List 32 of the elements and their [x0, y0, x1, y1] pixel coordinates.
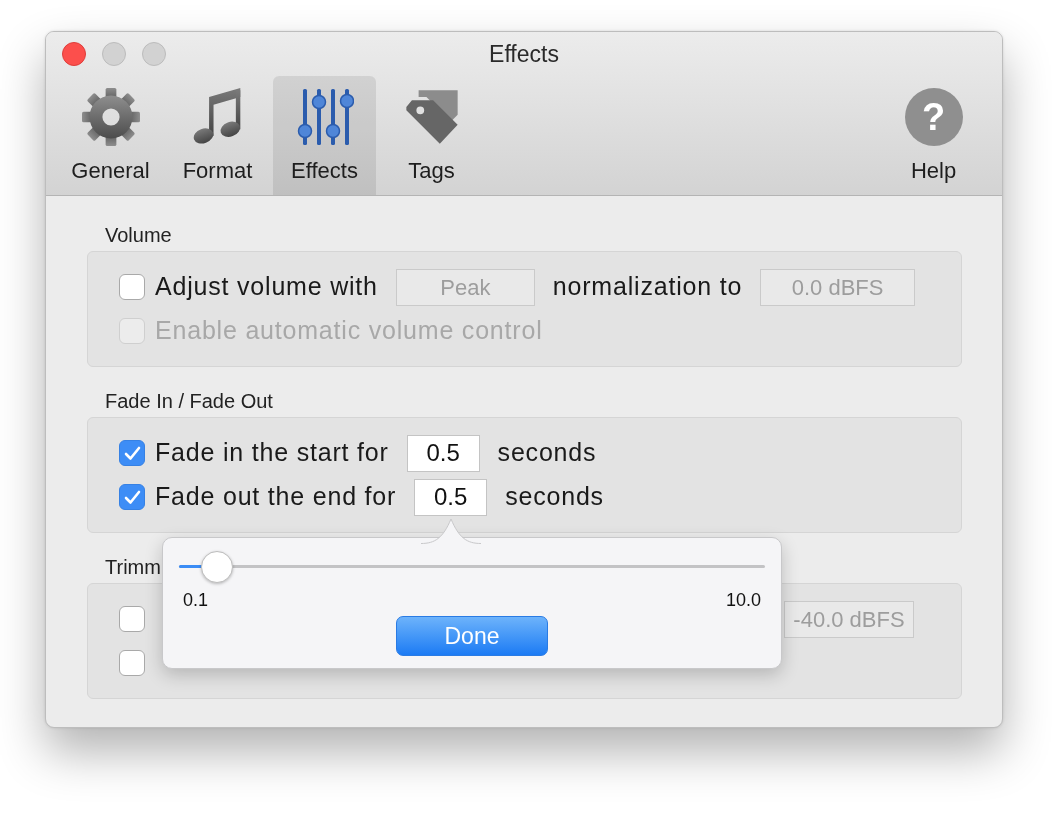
section-title: Trimm [105, 556, 161, 578]
label-text: seconds [497, 437, 597, 469]
check-icon [123, 445, 141, 461]
label-text: seconds [505, 481, 604, 513]
checkbox[interactable] [119, 606, 145, 632]
checkbox[interactable] [119, 484, 145, 510]
section-title: Volume [105, 224, 172, 246]
toolbar-tab[interactable]: Format [166, 76, 269, 195]
sliders-icon [295, 88, 354, 146]
checkbox[interactable] [119, 440, 145, 466]
help-button[interactable]: ? Help [882, 76, 985, 195]
toolbar-tab[interactable]: General [59, 76, 162, 195]
toolbar-tab[interactable]: Tags [380, 76, 483, 195]
label-text: normalization to [552, 271, 743, 303]
checkbox[interactable] [119, 274, 145, 300]
slider-min-label: 0.1 [183, 589, 209, 611]
checkbox-label[interactable]: Fade in the start for [155, 434, 389, 472]
checkbox-label[interactable]: Fade out the end for [155, 478, 397, 516]
question-mark-icon: ? [904, 88, 963, 146]
gear-icon [81, 88, 140, 146]
window-title: Effects [489, 39, 559, 69]
checkbox[interactable] [119, 650, 145, 676]
section-title: Fade In / Fade Out [105, 390, 273, 412]
input-field[interactable]: 0.5 [414, 478, 488, 516]
toolbar-tab[interactable]: Effects [273, 76, 376, 195]
slider-thumb[interactable] [201, 551, 234, 583]
slider-track[interactable] [179, 551, 765, 583]
close-button[interactable] [62, 42, 86, 66]
check-icon [123, 489, 141, 505]
slider-max-label: 10.0 [725, 589, 761, 611]
checkbox-label[interactable]: Adjust volume with [155, 268, 378, 306]
input-field[interactable]: 0.5 [406, 434, 480, 472]
